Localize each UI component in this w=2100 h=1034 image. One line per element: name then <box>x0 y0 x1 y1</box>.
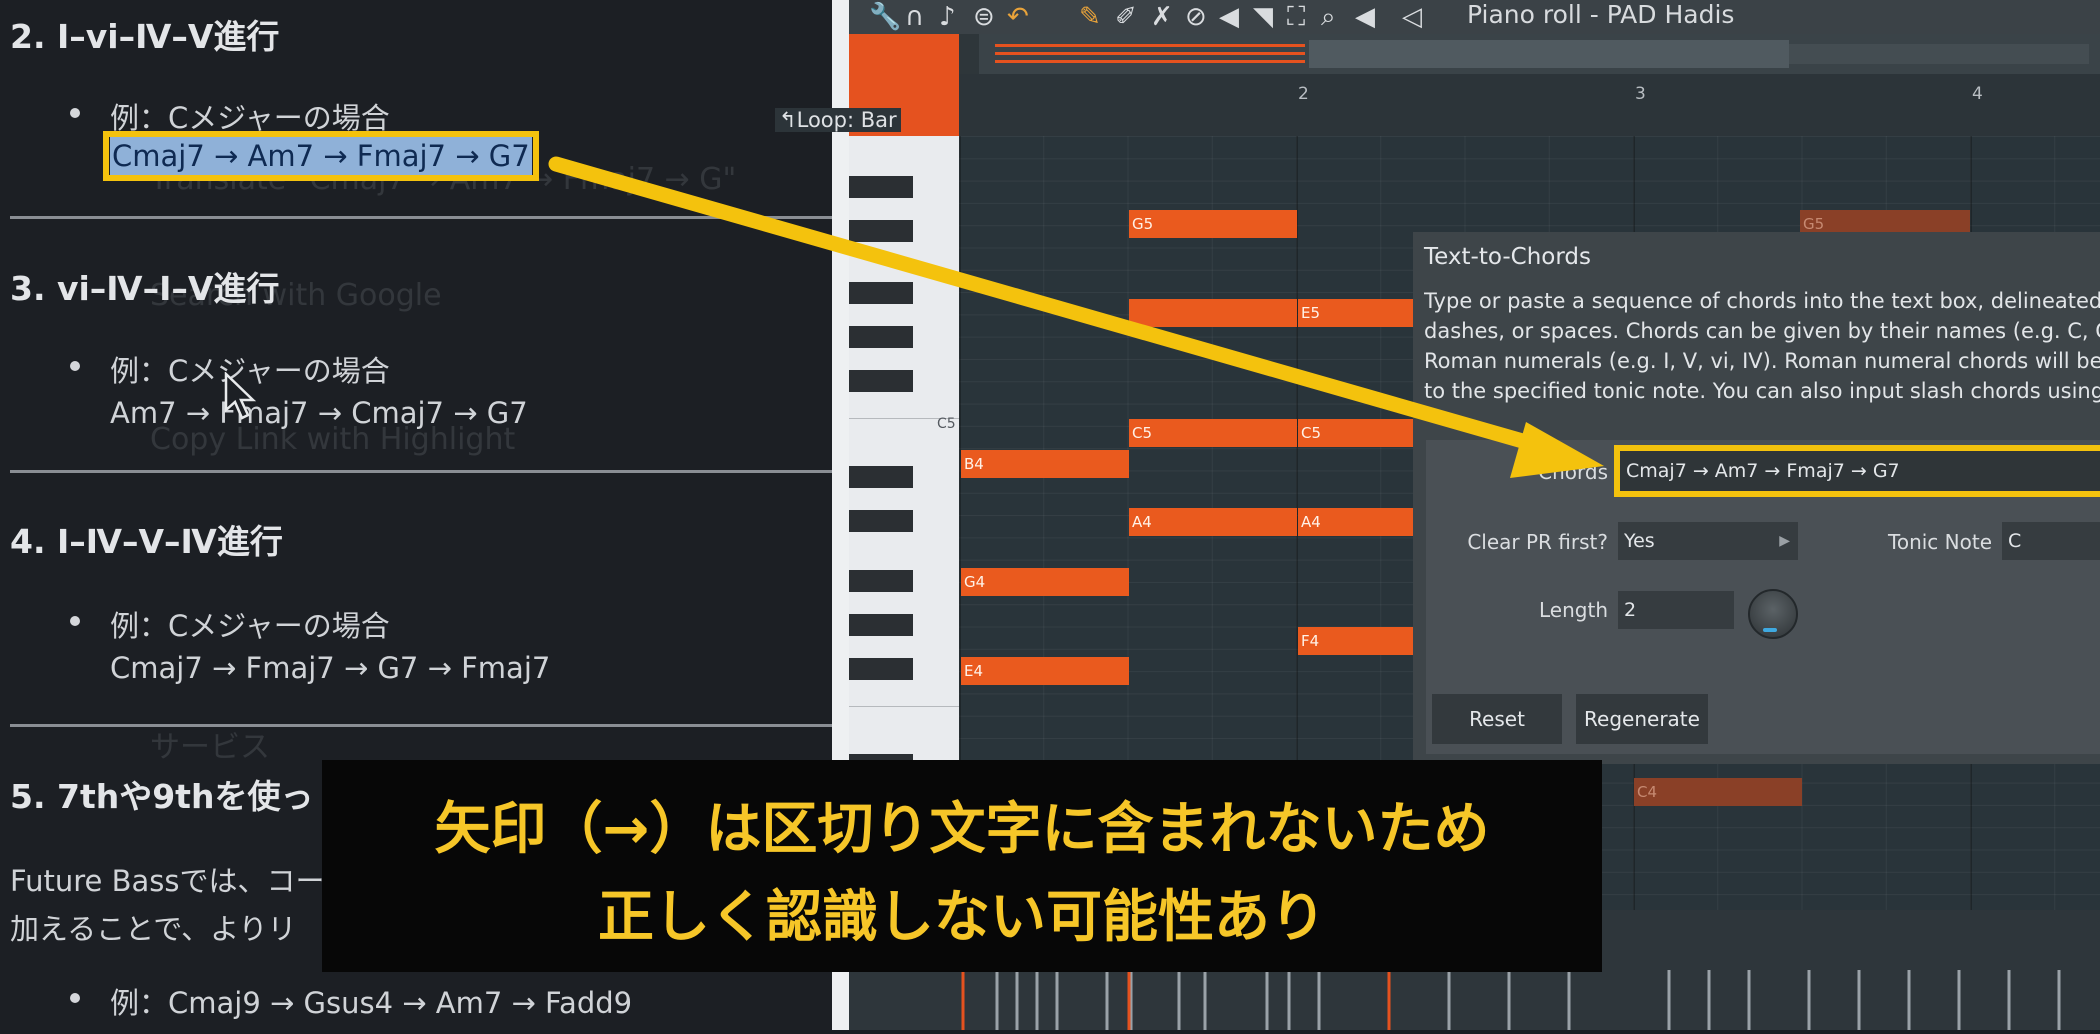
pencil-icon[interactable]: ✎ <box>1079 2 1101 32</box>
black-key[interactable] <box>849 326 913 348</box>
paragraph-line: Future Bassでは、コー <box>10 864 325 898</box>
black-key[interactable] <box>849 510 913 532</box>
description-line: dashes, or spaces. Chords can be given b… <box>1424 319 2100 343</box>
speaker-icon[interactable]: ◁ <box>1402 2 1422 32</box>
dialog-title: Text-to-Chords <box>1424 244 1591 270</box>
note-block[interactable]: E5 <box>1298 299 1413 327</box>
clear-pr-select[interactable]: Yes ▶ <box>1618 522 1798 560</box>
black-key[interactable] <box>849 370 913 392</box>
key-divider <box>849 706 959 707</box>
tonic-note-select[interactable]: C <box>2002 522 2100 560</box>
loop-icon: ↰ <box>779 108 797 132</box>
bar-number: 4 <box>1972 84 1983 104</box>
section-heading: 5. 7thや9thを使っ <box>10 777 314 816</box>
highlight-box <box>103 131 539 181</box>
overview-mini-notes <box>959 34 2089 74</box>
bar-number: 2 <box>1298 84 1309 104</box>
section-heading: 3. vi–Ⅳ–Ⅰ–V進行 <box>10 269 280 308</box>
mouse-cursor-icon <box>224 372 256 420</box>
clear-pr-label: Clear PR first? <box>1467 530 1608 554</box>
chord-progression: Am7 → Fmaj7 → Cmaj7 → G7 <box>110 396 528 430</box>
wrench-icon[interactable]: 🔧 <box>869 2 901 32</box>
loop-marker[interactable]: ↰Loop: Bar <box>775 108 901 132</box>
black-key[interactable] <box>849 570 913 592</box>
magnet-icon[interactable]: ∩ <box>905 2 924 32</box>
dialog-description: Type or paste a sequence of chords into … <box>1424 286 2100 408</box>
description-line: Type or paste a sequence of chords into … <box>1424 289 2100 313</box>
example-label: 例：Cmaj9 → Gsus4 → Am7 → Fadd9 <box>110 986 633 1020</box>
black-key[interactable] <box>849 282 913 304</box>
note-block[interactable]: B4 <box>961 450 1129 478</box>
note-icon[interactable]: ♪ <box>939 2 956 32</box>
chevron-right-icon: ▶ <box>1779 533 1790 549</box>
note-block[interactable] <box>1129 299 1297 327</box>
section-heading: 4. Ⅰ–Ⅳ–V–Ⅳ進行 <box>10 522 283 561</box>
note-block[interactable]: G4 <box>961 568 1129 596</box>
delete-icon[interactable]: ✗ <box>1151 2 1173 32</box>
description-line: Roman numerals (e.g. I, V, vi, IV). Roma… <box>1424 349 2100 373</box>
black-key[interactable] <box>849 658 913 680</box>
section-heading: 2. Ⅰ–vi–Ⅳ–V進行 <box>10 17 280 56</box>
ghost-menu-item: サービス <box>150 730 270 765</box>
length-input[interactable]: 2 <box>1618 591 1734 629</box>
bullet-dot <box>70 108 80 118</box>
slice-icon[interactable]: ◥ <box>1253 2 1273 32</box>
bullet-dot <box>70 993 80 1003</box>
note-block-ghost[interactable]: C4 <box>1634 778 1802 806</box>
chords-highlight-box <box>1614 445 2100 497</box>
paint-icon[interactable]: ✐ <box>1115 2 1137 32</box>
menu-icon[interactable]: ⊜ <box>973 2 995 32</box>
note-block[interactable]: A4 <box>1298 508 1413 536</box>
caption-line-2: 正しく認識しない可能性あり <box>598 885 1326 950</box>
divider <box>10 724 832 727</box>
note-block[interactable]: F4 <box>1298 627 1413 655</box>
note-block[interactable]: C5 <box>1129 419 1297 447</box>
undo-icon[interactable]: ↶ <box>1007 2 1029 32</box>
length-label: Length <box>1539 598 1608 622</box>
black-key[interactable] <box>849 466 913 488</box>
overview-strip[interactable] <box>959 34 2100 74</box>
key-label-c5: C5 <box>937 416 956 432</box>
reset-button[interactable]: Reset <box>1432 694 1562 744</box>
playback-icon[interactable]: ◀ <box>1355 2 1375 32</box>
black-key[interactable] <box>849 220 913 242</box>
speaker-mute-icon[interactable]: ◀ <box>1219 2 1239 32</box>
divider <box>10 470 832 473</box>
note-block[interactable]: E4 <box>961 657 1129 685</box>
chord-progression: Cmaj7 → Fmaj7 → G7 → Fmaj7 <box>110 651 551 685</box>
piano-roll-title[interactable]: Piano roll - PAD Hadis <box>1467 0 1734 29</box>
clear-pr-value: Yes <box>1624 530 1655 552</box>
chords-label: Chords <box>1538 460 1608 484</box>
bullet-dot <box>70 361 80 371</box>
description-line: to the specified tonic note. You can als… <box>1424 379 2100 403</box>
subtitle-caption: 矢印（→）は区切り文字に含まれないため 正しく認識しない可能性あり <box>322 760 1602 972</box>
regenerate-button[interactable]: Regenerate <box>1576 694 1708 744</box>
mute-icon[interactable]: ⊘ <box>1185 2 1207 32</box>
note-block[interactable]: A4 <box>1129 508 1297 536</box>
timeline-ruler[interactable] <box>959 74 2100 136</box>
select-icon[interactable]: ⛶ <box>1287 2 1305 33</box>
black-key[interactable] <box>849 176 913 198</box>
tonic-note-label: Tonic Note <box>1888 530 1992 554</box>
zoom-icon[interactable]: ⌕ <box>1321 2 1336 33</box>
knob-indicator <box>1763 628 1777 632</box>
bar-number: 3 <box>1635 84 1646 104</box>
note-block[interactable]: C5 <box>1298 419 1413 447</box>
example-label: 例：Cメジャーの場合 <box>110 609 390 643</box>
loop-label-text: Loop: Bar <box>796 108 897 132</box>
paragraph-line: 加えることで、よりリ <box>10 912 297 946</box>
bullet-dot <box>70 616 80 626</box>
divider <box>10 216 832 219</box>
note-block[interactable]: G5 <box>1129 210 1297 238</box>
black-key[interactable] <box>849 614 913 636</box>
caption-line-1: 矢印（→）は区切り文字に含まれないため <box>434 797 1490 862</box>
